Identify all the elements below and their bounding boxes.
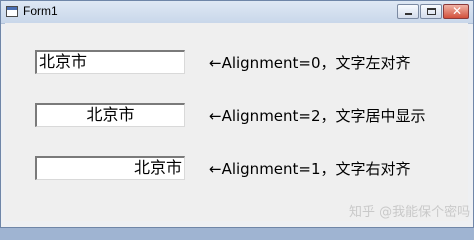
textbox-align-right[interactable]: 北京市 (35, 156, 185, 180)
alignment-note-left: ←Alignment=0，文字左对齐 (209, 54, 411, 72)
textbox-align-left[interactable]: 北京市 (35, 50, 185, 74)
form-icon[interactable] (6, 6, 18, 17)
watermark-text: 知乎 @我能保个密吗 (349, 205, 471, 220)
title-bar[interactable]: Form1 ✕ (1, 1, 473, 24)
maximize-button[interactable] (420, 4, 442, 19)
alignment-note-center: ←Alignment=2，文字居中显示 (209, 107, 426, 125)
window-title: Form1 (23, 4, 58, 18)
alignment-note-right: ←Alignment=1，文字右对齐 (209, 160, 411, 178)
form-client-area: 北京市 ←Alignment=0，文字左对齐 北京市 ←Alignment=2，… (5, 23, 468, 221)
textbox-align-center[interactable]: 北京市 (35, 103, 185, 127)
close-icon: ✕ (452, 4, 463, 18)
minimize-icon (405, 13, 412, 15)
close-button[interactable]: ✕ (443, 4, 469, 19)
minimize-button[interactable] (397, 4, 419, 19)
maximize-icon (427, 8, 436, 15)
